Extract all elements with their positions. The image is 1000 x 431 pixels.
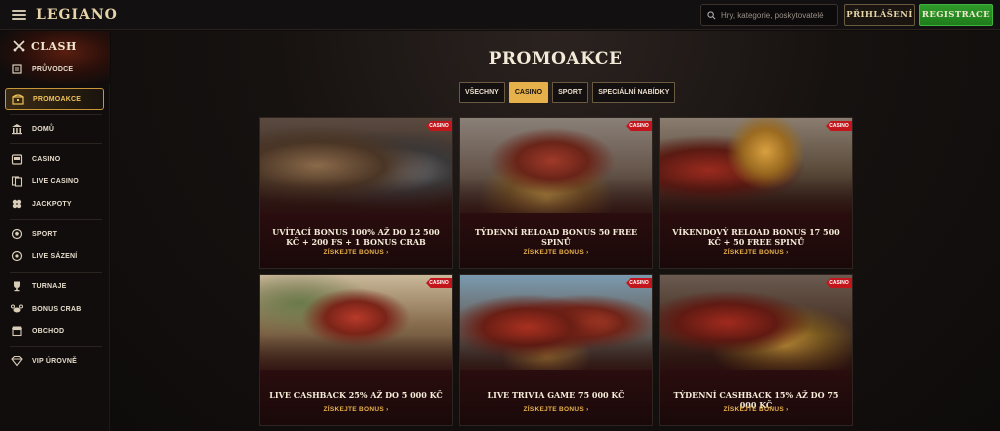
treasure-chest-icon xyxy=(11,93,25,105)
register-button[interactable]: REGISTRACE xyxy=(919,4,993,26)
sidebar-item-bonus-crab[interactable]: BONUS CRAB xyxy=(10,300,102,318)
scroll-icon xyxy=(10,63,24,75)
search-box[interactable] xyxy=(700,4,838,26)
sidebar-item-label: SPORT xyxy=(32,230,58,238)
cards-icon xyxy=(10,175,24,187)
sidebar-item-sport[interactable]: SPORT xyxy=(10,225,102,243)
promo-card[interactable]: CASINO UVÍTACÍ BONUS 100% AŽ DO 12 500 K… xyxy=(259,117,453,269)
sidebar-divider xyxy=(10,219,102,220)
clover-icon xyxy=(10,198,24,210)
sidebar-item-casino[interactable]: CASINO xyxy=(10,150,102,168)
sidebar-item-label: BONUS CRAB xyxy=(32,305,82,313)
promo-title: LIVE CASHBACK 25% AŽ DO 5 000 KČ xyxy=(269,390,443,400)
sidebar-item-label: OBCHOD xyxy=(32,327,65,335)
promo-card[interactable]: CASINO LIVE TRIVIA GAME 75 000 KČ ZÍSKEJ… xyxy=(459,274,653,426)
trophy-icon xyxy=(10,280,24,292)
sidebar: CLASH PRŮVODCE PROMOAKCE DOMŮ CASINO LIV… xyxy=(0,31,110,431)
chevron-right-icon: › xyxy=(386,406,389,413)
sidebar-item-label: TURNAJE xyxy=(32,282,67,290)
sidebar-item-domu[interactable]: DOMŮ xyxy=(10,120,102,138)
sidebar-item-pruvodce[interactable]: PRŮVODCE xyxy=(10,60,102,78)
filter-tabs: VŠECHNY CASINO SPORT SPECIÁLNÍ NABÍDKY xyxy=(459,82,676,103)
crab-icon xyxy=(10,303,24,315)
promo-card[interactable]: CASINO LIVE CASHBACK 25% AŽ DO 5 000 KČ … xyxy=(259,274,453,426)
slot-machine-icon xyxy=(10,153,24,165)
promo-title: UVÍTACÍ BONUS 100% AŽ DO 12 500 KČ + 200… xyxy=(272,227,440,247)
promo-card[interactable]: CASINO VÍKENDOVÝ RELOAD BONUS 17 500 KČ … xyxy=(659,117,853,269)
sidebar-item-live-casino[interactable]: LIVE CASINO xyxy=(10,172,102,190)
chevron-right-icon: › xyxy=(386,249,389,256)
sidebar-divider xyxy=(10,143,102,144)
clash-label: CLASH xyxy=(31,39,77,53)
sidebar-item-clash[interactable]: CLASH xyxy=(12,39,77,53)
sidebar-item-vip-urovne[interactable]: VIP ÚROVNĚ xyxy=(10,352,102,370)
temple-icon xyxy=(10,123,24,135)
filter-sport[interactable]: SPORT xyxy=(552,82,589,103)
chevron-right-icon: › xyxy=(586,406,589,413)
page-title: PROMOAKCE xyxy=(488,49,623,69)
search-icon xyxy=(707,10,716,19)
get-bonus-link[interactable]: ZÍSKEJTE BONUS › xyxy=(660,406,852,413)
sidebar-item-live-sazeni[interactable]: LIVE SÁZENÍ xyxy=(10,247,102,265)
chevron-right-icon: › xyxy=(786,249,789,256)
sidebar-divider xyxy=(10,114,102,115)
category-tag: CASINO xyxy=(426,121,452,131)
category-tag: CASINO xyxy=(826,278,852,288)
category-tag: CASINO xyxy=(626,121,652,131)
sidebar-item-promoakce[interactable]: PROMOAKCE xyxy=(5,88,104,110)
login-button[interactable]: PŘIHLÁŠENÍ xyxy=(844,4,915,26)
menu-icon[interactable] xyxy=(12,9,26,20)
crossed-swords-icon xyxy=(13,40,25,52)
sidebar-item-label: LIVE CASINO xyxy=(32,177,79,185)
get-bonus-link[interactable]: ZÍSKEJTE BONUS › xyxy=(660,249,852,256)
promo-card[interactable]: CASINO TÝDENNÍ RELOAD BONUS 50 FREE SPIN… xyxy=(459,117,653,269)
sidebar-divider xyxy=(10,346,102,347)
chevron-right-icon: › xyxy=(786,406,789,413)
filter-special-offers[interactable]: SPECIÁLNÍ NABÍDKY xyxy=(592,82,676,103)
get-bonus-link[interactable]: ZÍSKEJTE BONUS › xyxy=(460,406,652,413)
sidebar-item-label: VIP ÚROVNĚ xyxy=(32,357,78,365)
sidebar-item-label: CASINO xyxy=(32,155,61,163)
get-bonus-link[interactable]: ZÍSKEJTE BONUS › xyxy=(460,249,652,256)
live-bet-icon xyxy=(10,250,24,262)
logo[interactable]: LEGIANO xyxy=(36,7,118,23)
shop-icon xyxy=(10,325,24,337)
category-tag: CASINO xyxy=(626,278,652,288)
promo-title: TÝDENNÍ RELOAD BONUS 50 FREE SPINŮ xyxy=(474,227,638,247)
diamond-icon xyxy=(10,355,24,367)
sidebar-item-label: LIVE SÁZENÍ xyxy=(32,252,78,260)
top-bar: LEGIANO PŘIHLÁŠENÍ REGISTRACE xyxy=(0,0,1000,30)
chevron-right-icon: › xyxy=(586,249,589,256)
sidebar-item-label: PROMOAKCE xyxy=(33,95,82,103)
main-content: PROMOAKCE VŠECHNY CASINO SPORT SPECIÁLNÍ… xyxy=(111,31,1000,431)
get-bonus-link[interactable]: ZÍSKEJTE BONUS › xyxy=(260,249,452,256)
sidebar-item-label: JACKPOTY xyxy=(32,200,72,208)
promo-card[interactable]: CASINO TÝDENNÍ CASHBACK 15% AŽ DO 75 000… xyxy=(659,274,853,426)
sidebar-item-turnaje[interactable]: TURNAJE xyxy=(10,277,102,295)
filter-all[interactable]: VŠECHNY xyxy=(459,82,505,103)
category-tag: CASINO xyxy=(426,278,452,288)
sidebar-item-obchod[interactable]: OBCHOD xyxy=(10,322,102,340)
promo-title: VÍKENDOVÝ RELOAD BONUS 17 500 KČ + 50 FR… xyxy=(672,227,840,247)
ball-icon xyxy=(10,228,24,240)
search-input[interactable] xyxy=(721,10,836,20)
get-bonus-link[interactable]: ZÍSKEJTE BONUS › xyxy=(260,406,452,413)
promo-title: LIVE TRIVIA GAME 75 000 KČ xyxy=(487,390,625,400)
sidebar-item-jackpoty[interactable]: JACKPOTY xyxy=(10,195,102,213)
sidebar-item-label: DOMŮ xyxy=(32,125,55,133)
filter-casino[interactable]: CASINO xyxy=(508,82,549,103)
category-tag: CASINO xyxy=(826,121,852,131)
sidebar-item-label: PRŮVODCE xyxy=(32,65,74,73)
sidebar-divider xyxy=(10,272,102,273)
